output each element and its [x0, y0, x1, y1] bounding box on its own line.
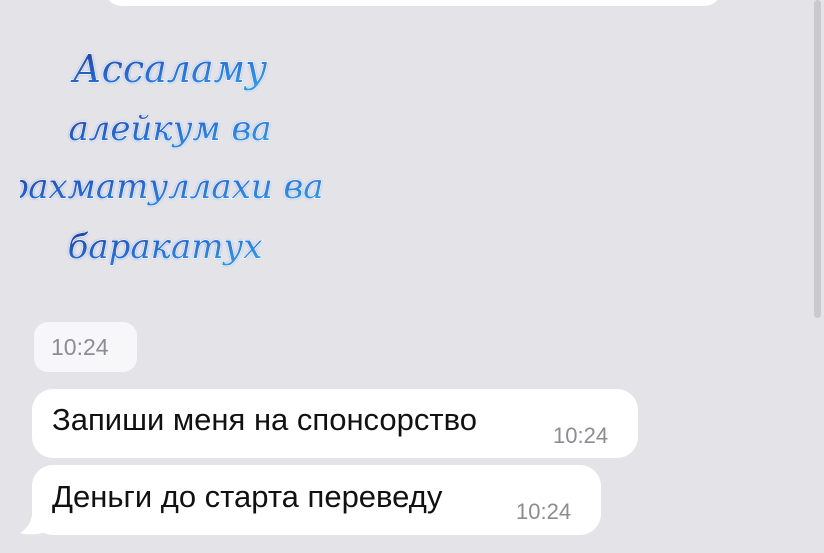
scrollbar[interactable] — [814, 0, 821, 318]
chat-view: Ассаламу алейкум ва рахматуллахи ва бара… — [0, 0, 824, 553]
sticker-line-2: алейкум ва — [68, 109, 271, 149]
message-text: Запиши меня на спонсорство — [52, 402, 477, 437]
sticker-timestamp: 10:24 — [34, 322, 137, 372]
message-timestamp: 10:24 — [553, 423, 609, 448]
sticker-line-3: рахматуллахи ва — [20, 167, 324, 207]
sticker-calligraphy: Ассаламу алейкум ва рахматуллахи ва бара… — [20, 46, 324, 267]
previous-message-bubble[interactable] — [104, 0, 722, 6]
sticker-line-4: баракатух — [68, 227, 263, 267]
message-text: Деньги до старта переведу — [52, 479, 443, 514]
message-timestamp: 10:24 — [516, 499, 572, 524]
greeting-sticker[interactable]: Ассаламу алейкум ва рахматуллахи ва бара… — [20, 30, 330, 295]
sticker-line-1: Ассаламу — [70, 47, 267, 91]
message-bubble[interactable]: Запиши меня на спонсорство 10:24 — [32, 389, 638, 458]
message-bubble[interactable]: Деньги до старта переведу 10:24 — [32, 465, 601, 535]
